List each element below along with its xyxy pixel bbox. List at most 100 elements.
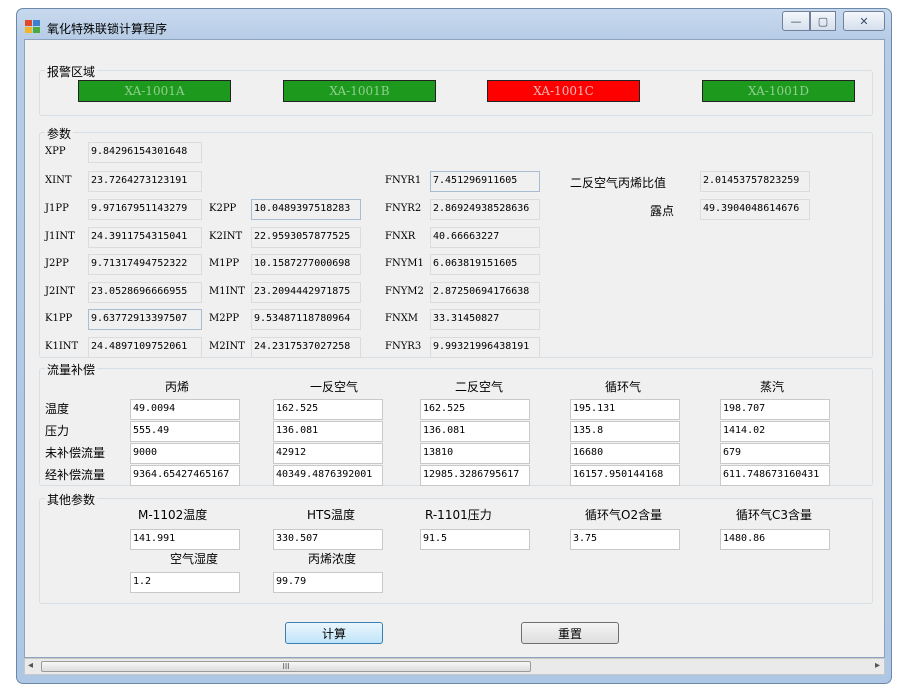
window-title: 氧化特殊联锁计算程序 bbox=[47, 22, 168, 36]
flow-raw-air1[interactable]: 42912 bbox=[273, 443, 383, 464]
flow-row-temp-label: 温度 bbox=[45, 402, 70, 416]
flow-group-title: 流量补偿 bbox=[45, 361, 98, 378]
flow-comp-steam[interactable]: 611.748673160431 bbox=[720, 465, 830, 486]
fnyr3-label: FNYR3 bbox=[385, 341, 422, 352]
m1pp-field[interactable]: 10.1587277000698 bbox=[251, 254, 361, 275]
fnxr-field[interactable]: 40.66663227 bbox=[430, 227, 540, 248]
alarm-indicator-b: XA-1001B bbox=[283, 80, 436, 102]
flow-press-air1[interactable]: 136.081 bbox=[273, 421, 383, 442]
other-label-humidity: 空气湿度 bbox=[170, 552, 219, 566]
flow-raw-air2[interactable]: 13810 bbox=[420, 443, 530, 464]
app-icon bbox=[25, 20, 41, 34]
reset-button[interactable]: 重置 bbox=[521, 622, 619, 644]
other-field-humidity[interactable]: 1.2 bbox=[130, 572, 240, 593]
m2pp-field[interactable]: 9.53487118780964 bbox=[251, 309, 361, 330]
j1int-label: J1INT bbox=[45, 231, 75, 242]
flow-temp-recycle[interactable]: 195.131 bbox=[570, 399, 680, 420]
dew-field[interactable]: 49.3904048614676 bbox=[700, 199, 810, 220]
xpp-label: XPP bbox=[45, 146, 66, 157]
fnym1-label: FNYM1 bbox=[385, 258, 424, 269]
k1pp-field[interactable]: 9.63772913397507 bbox=[88, 309, 202, 330]
params-group-title: 参数 bbox=[45, 125, 74, 142]
main-window: 氧化特殊联锁计算程序 — ▢ ✕ 报警区域 XA-1001A XA-1001B … bbox=[16, 8, 892, 684]
other-field-m1102[interactable]: 141.991 bbox=[130, 529, 240, 550]
flow-temp-steam[interactable]: 198.707 bbox=[720, 399, 830, 420]
m2int-label: M2INT bbox=[209, 341, 245, 352]
flow-col-recycle: 循环气 bbox=[605, 380, 642, 394]
other-label-r1101: R-1101压力 bbox=[425, 508, 492, 522]
k2pp-label: K2PP bbox=[209, 203, 237, 214]
fnyr2-field[interactable]: 2.86924938528636 bbox=[430, 199, 540, 220]
flow-temp-air2[interactable]: 162.525 bbox=[420, 399, 530, 420]
fnym2-field[interactable]: 2.87250694176638 bbox=[430, 282, 540, 303]
flow-col-air1: 一反空气 bbox=[310, 380, 359, 394]
fnyr3-field[interactable]: 9.99321996438191 bbox=[430, 337, 540, 358]
flow-temp-air1[interactable]: 162.525 bbox=[273, 399, 383, 420]
flow-raw-steam[interactable]: 679 bbox=[720, 443, 830, 464]
other-field-hts[interactable]: 330.507 bbox=[273, 529, 383, 550]
other-field-c3[interactable]: 1480.86 bbox=[720, 529, 830, 550]
j2int-field[interactable]: 23.0528696666955 bbox=[88, 282, 202, 303]
j2int-label: J2INT bbox=[45, 286, 75, 297]
close-button[interactable]: ✕ bbox=[843, 11, 885, 31]
scroll-thumb[interactable]: III bbox=[41, 661, 531, 672]
k1pp-label: K1PP bbox=[45, 313, 73, 324]
j1int-field[interactable]: 24.3911754315041 bbox=[88, 227, 202, 248]
flow-comp-propylene[interactable]: 9364.65427465167 bbox=[130, 465, 240, 486]
k2pp-field[interactable]: 10.0489397518283 bbox=[251, 199, 361, 220]
flow-comp-recycle[interactable]: 16157.950144168 bbox=[570, 465, 680, 486]
flow-row-comp-label: 经补偿流量 bbox=[45, 468, 106, 482]
flow-raw-recycle[interactable]: 16680 bbox=[570, 443, 680, 464]
calculate-button[interactable]: 计算 bbox=[285, 622, 383, 644]
ratio-field[interactable]: 2.01453757823259 bbox=[700, 171, 810, 192]
flow-raw-propylene[interactable]: 9000 bbox=[130, 443, 240, 464]
flow-press-recycle[interactable]: 135.8 bbox=[570, 421, 680, 442]
other-label-o2: 循环气O2含量 bbox=[585, 508, 663, 522]
xint-field[interactable]: 23.7264273123191 bbox=[88, 171, 202, 192]
k2int-field[interactable]: 22.9593057877525 bbox=[251, 227, 361, 248]
flow-col-steam: 蒸汽 bbox=[760, 380, 785, 394]
flow-comp-air2[interactable]: 12985.3286795617 bbox=[420, 465, 530, 486]
flow-temp-propylene[interactable]: 49.0094 bbox=[130, 399, 240, 420]
fnxm-field[interactable]: 33.31450827 bbox=[430, 309, 540, 330]
other-field-r1101[interactable]: 91.5 bbox=[420, 529, 530, 550]
flow-press-air2[interactable]: 136.081 bbox=[420, 421, 530, 442]
fnym2-label: FNYM2 bbox=[385, 286, 424, 297]
flow-press-propylene[interactable]: 555.49 bbox=[130, 421, 240, 442]
horizontal-scrollbar[interactable]: ◂ III ▸ bbox=[24, 658, 885, 675]
j2pp-field[interactable]: 9.71317494752322 bbox=[88, 254, 202, 275]
j1pp-field[interactable]: 9.97167951143279 bbox=[88, 199, 202, 220]
fnyr1-field[interactable]: 7.451296911605 bbox=[430, 171, 540, 192]
ratio-label: 二反空气丙烯比值 bbox=[570, 176, 667, 190]
title-bar[interactable]: 氧化特殊联锁计算程序 — ▢ ✕ bbox=[17, 9, 891, 39]
scroll-left-icon[interactable]: ◂ bbox=[28, 660, 33, 671]
flow-press-steam[interactable]: 1414.02 bbox=[720, 421, 830, 442]
m1int-field[interactable]: 23.2094442971875 bbox=[251, 282, 361, 303]
dew-label: 露点 bbox=[650, 204, 675, 218]
j1pp-label: J1PP bbox=[45, 203, 69, 214]
flow-row-raw-label: 未补偿流量 bbox=[45, 446, 106, 460]
other-label-purity: 丙烯浓度 bbox=[308, 552, 357, 566]
other-label-hts: HTS温度 bbox=[307, 508, 355, 522]
flow-col-propylene: 丙烯 bbox=[165, 380, 190, 394]
fnxr-label: FNXR bbox=[385, 231, 416, 242]
maximize-button[interactable]: ▢ bbox=[810, 11, 836, 31]
flow-comp-air1[interactable]: 40349.4876392001 bbox=[273, 465, 383, 486]
m1pp-label: M1PP bbox=[209, 258, 240, 269]
fnym1-field[interactable]: 6.063819151605 bbox=[430, 254, 540, 275]
k1int-field[interactable]: 24.4897109752061 bbox=[88, 337, 202, 358]
scroll-right-icon[interactable]: ▸ bbox=[875, 660, 880, 671]
fnyr1-label: FNYR1 bbox=[385, 175, 422, 186]
other-label-c3: 循环气C3含量 bbox=[736, 508, 813, 522]
other-field-o2[interactable]: 3.75 bbox=[570, 529, 680, 550]
k1int-label: K1INT bbox=[45, 341, 79, 352]
m2pp-label: M2PP bbox=[209, 313, 240, 324]
xpp-field[interactable]: 9.84296154301648 bbox=[88, 142, 202, 163]
fnxm-label: FNXM bbox=[385, 313, 419, 324]
m2int-field[interactable]: 24.2317537027258 bbox=[251, 337, 361, 358]
minimize-button[interactable]: — bbox=[782, 11, 810, 31]
j2pp-label: J2PP bbox=[45, 258, 69, 269]
alarm-indicator-d: XA-1001D bbox=[702, 80, 855, 102]
other-field-purity[interactable]: 99.79 bbox=[273, 572, 383, 593]
flow-row-press-label: 压力 bbox=[45, 424, 70, 438]
